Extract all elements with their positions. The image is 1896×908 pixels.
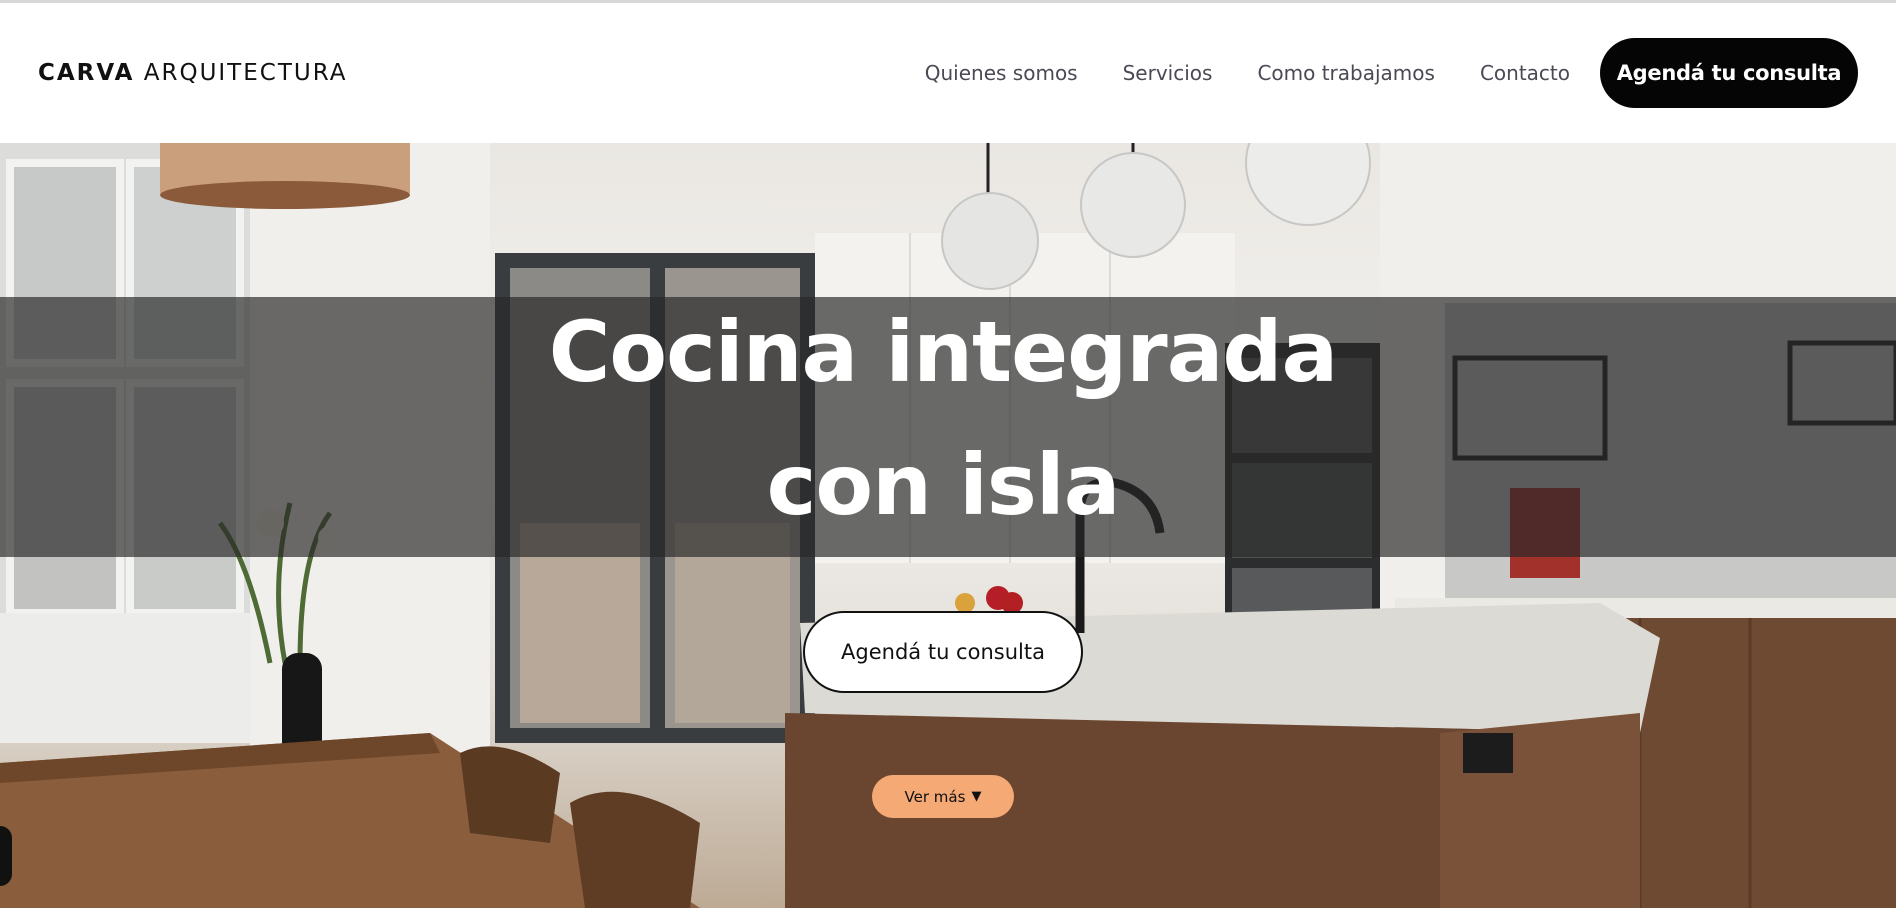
nav-como-trabajamos[interactable]: Como trabajamos: [1257, 61, 1435, 85]
caret-down-icon: ▼: [971, 789, 982, 804]
nav-contacto[interactable]: Contacto: [1480, 61, 1570, 85]
site-header: CARVA ARQUITECTURA Quienes somos Servici…: [0, 3, 1896, 143]
header-book-consultation-button[interactable]: Agendá tu consulta: [1600, 38, 1858, 108]
hero-section: Cocina integrada con isla Agendá tu cons…: [0, 143, 1896, 908]
nav-servicios[interactable]: Servicios: [1123, 61, 1213, 85]
brand-name-bold: CARVA: [38, 60, 135, 86]
brand-logo[interactable]: CARVA ARQUITECTURA: [38, 60, 348, 86]
hero-title-line-2: con isla: [766, 436, 1121, 534]
see-more-button[interactable]: Ver más ▼: [872, 775, 1014, 818]
floating-edge-button[interactable]: [0, 826, 12, 886]
see-more-label: Ver más: [904, 787, 966, 806]
hero-title-line-1: Cocina integrada: [548, 303, 1338, 401]
nav-quienes-somos[interactable]: Quienes somos: [925, 61, 1078, 85]
hero-book-consultation-button[interactable]: Agendá tu consulta: [803, 611, 1083, 693]
main-nav: Quienes somos Servicios Como trabajamos …: [925, 61, 1570, 85]
brand-name-light: ARQUITECTURA: [143, 60, 348, 86]
